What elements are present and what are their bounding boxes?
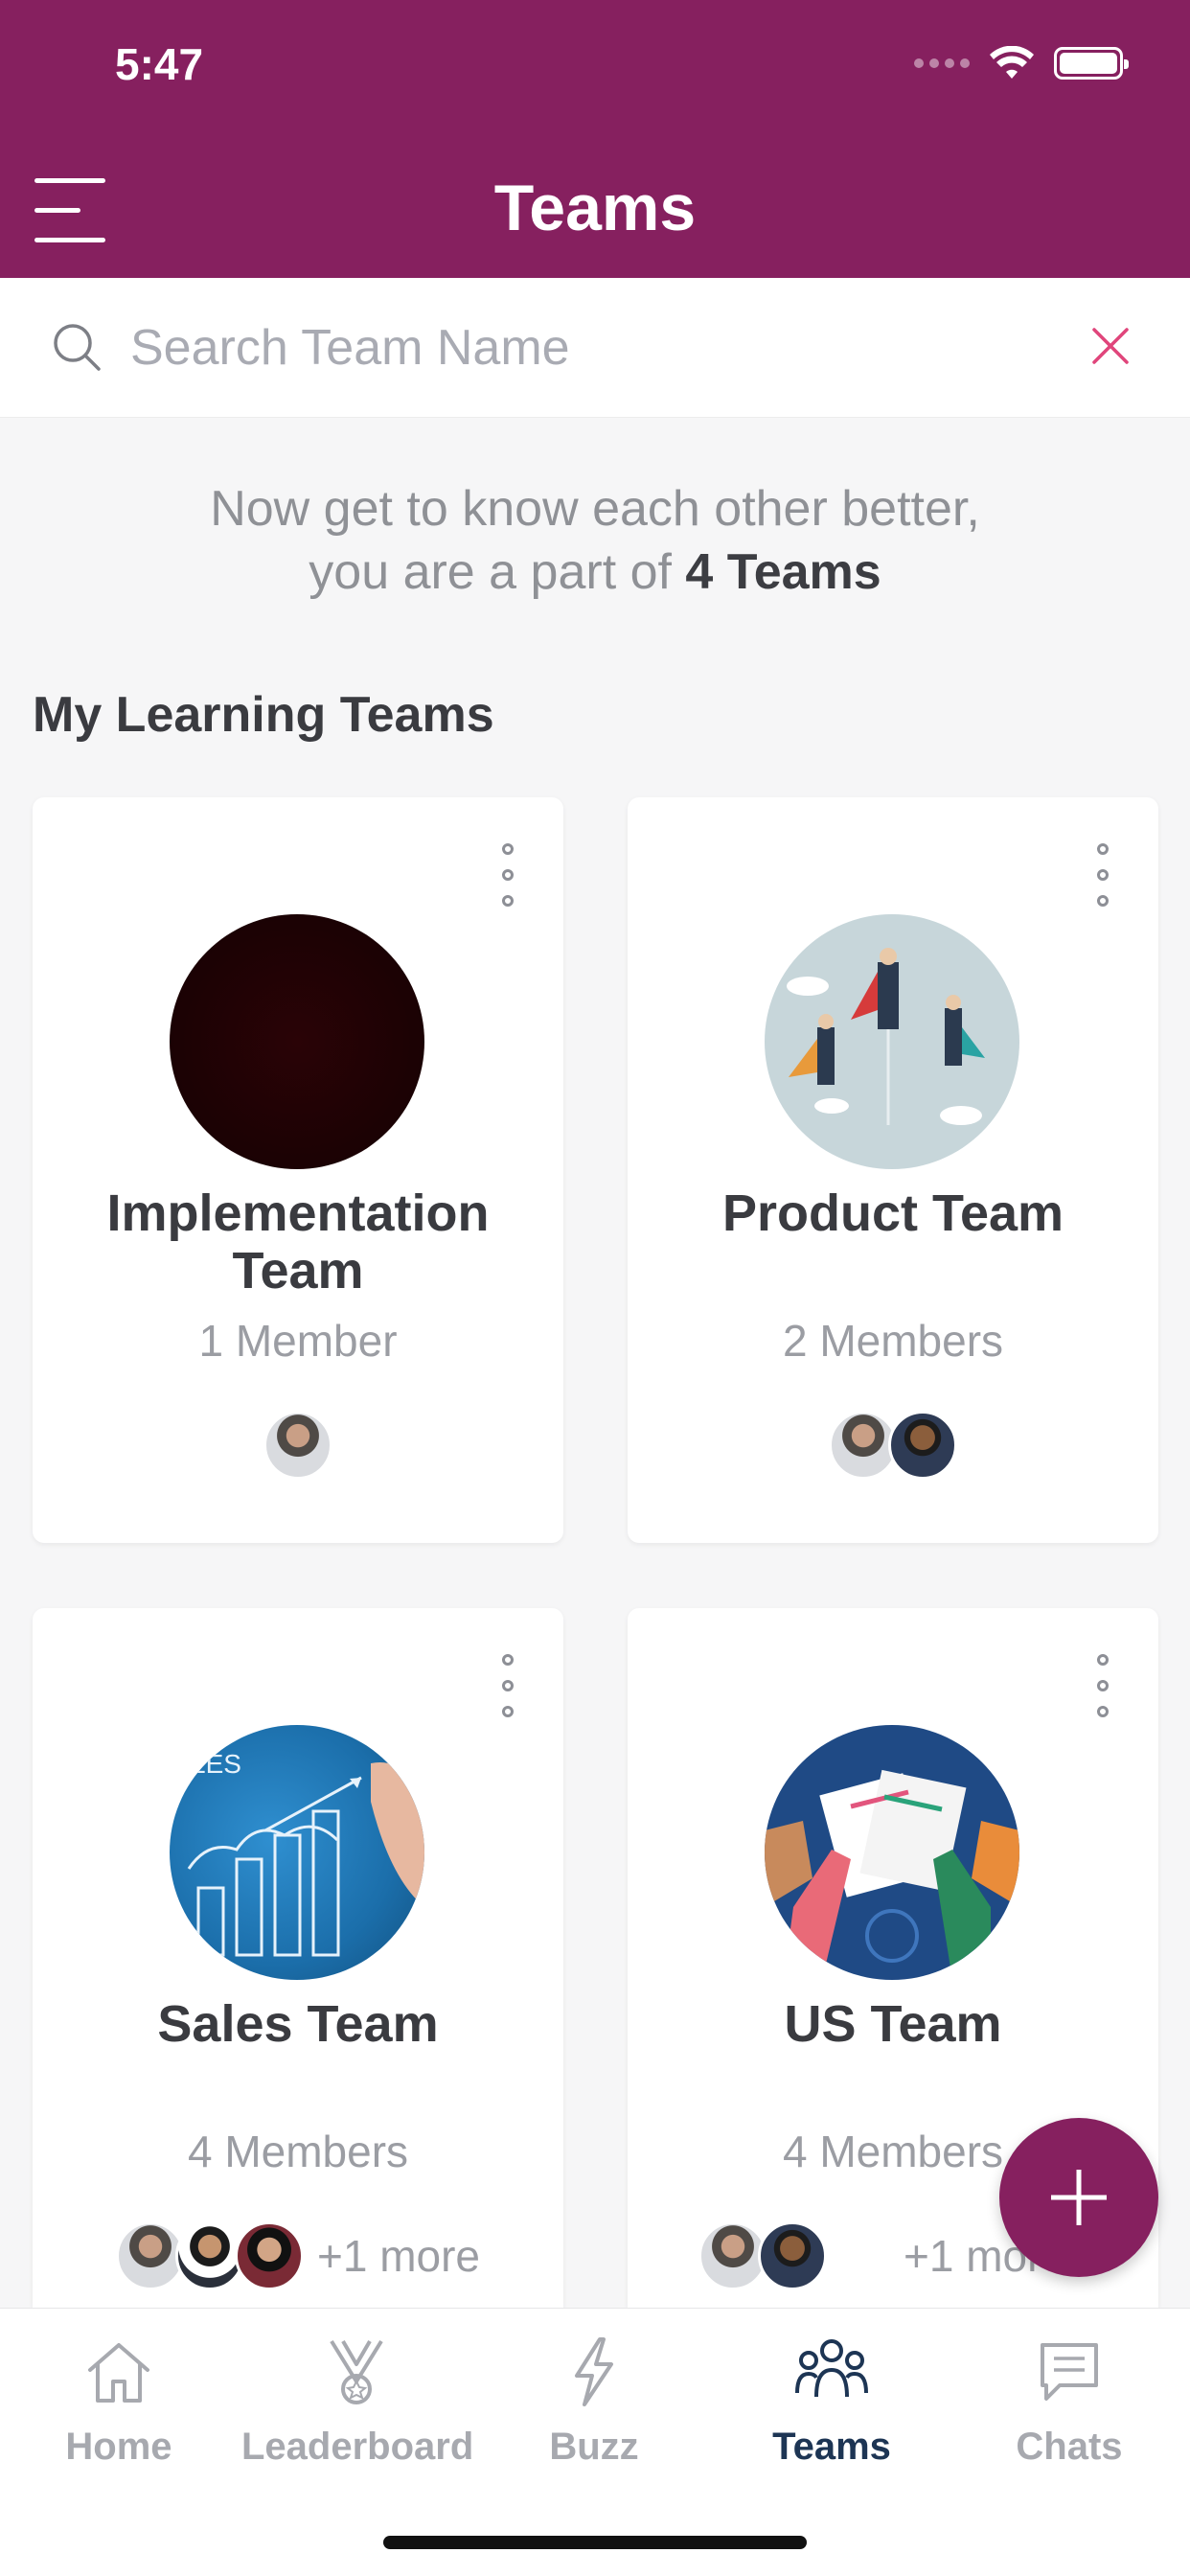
avatar — [263, 1411, 332, 1480]
team-image — [765, 914, 1019, 1169]
team-card-sales[interactable]: LES Sales Team 4 Members +1 more — [33, 1608, 563, 2308]
status-icons — [914, 46, 1129, 80]
tab-leaderboard[interactable]: Leaderboard — [241, 2334, 474, 2469]
avatar — [888, 1411, 957, 1480]
chat-icon — [1041, 2343, 1098, 2401]
more-members-label: +1 more — [316, 2231, 481, 2281]
member-count: 1 Member — [198, 1316, 398, 1366]
member-avatars — [628, 1411, 1158, 1480]
avatar — [758, 2221, 827, 2290]
signal-icon — [914, 58, 970, 68]
clear-search-icon[interactable] — [1090, 326, 1131, 366]
lightning-icon — [575, 2337, 613, 2406]
intro-line-2-prefix: you are a part of — [309, 544, 672, 600]
team-card-implementation[interactable]: Implementation Team 1 Member — [33, 797, 563, 1543]
search-icon — [54, 324, 101, 371]
intro-line-2: you are a part of 4 Teams — [0, 540, 1190, 604]
tab-label: Teams — [772, 2426, 891, 2468]
section-title: My Learning Teams — [33, 687, 494, 743]
battery-icon — [1054, 47, 1129, 80]
tab-label: Leaderboard — [241, 2426, 474, 2468]
member-count: 4 Members — [187, 2127, 409, 2176]
member-avatars — [33, 1411, 563, 1480]
team-count: 4 Teams — [685, 544, 881, 600]
more-options-icon[interactable] — [1093, 843, 1112, 910]
page-title: Teams — [493, 172, 697, 244]
sales-chart-illustration: LES — [187, 1749, 424, 1957]
team-name: Sales Team — [157, 1995, 439, 2053]
avatar — [234, 2221, 304, 2290]
intro-line-1: Now get to know each other better, — [210, 481, 980, 537]
add-team-button[interactable] — [999, 2118, 1158, 2277]
image-text: LES — [191, 1749, 241, 1779]
tab-home[interactable]: Home — [4, 2334, 234, 2469]
more-options-icon[interactable] — [1093, 1654, 1112, 1721]
tab-label: Home — [65, 2426, 172, 2468]
superhero-illustration — [787, 948, 985, 1125]
trophy-icon — [330, 2339, 383, 2404]
wifi-icon — [990, 46, 1034, 79]
app-header: 5:47 Teams — [0, 0, 1190, 278]
tab-buzz[interactable]: Buzz — [479, 2334, 709, 2469]
home-indicator — [383, 2536, 807, 2549]
people-icon — [795, 2339, 868, 2398]
tab-label: Buzz — [549, 2426, 639, 2468]
tab-label: Chats — [1016, 2426, 1123, 2468]
team-name: Implementation Team — [106, 1184, 490, 1300]
team-name: US Team — [784, 1995, 1002, 2053]
team-image — [170, 914, 424, 1169]
team-card-product[interactable]: Product Team 2 Members — [628, 797, 1158, 1543]
member-avatars: +1 more — [33, 2221, 563, 2290]
tab-chats[interactable]: Chats — [954, 2334, 1184, 2469]
tab-teams[interactable]: Teams — [717, 2334, 947, 2469]
team-image: LES — [170, 1725, 424, 1980]
more-options-icon[interactable] — [498, 843, 517, 910]
documents-illustration — [765, 1769, 1019, 1980]
home-icon — [88, 2343, 149, 2403]
team-name: Product Team — [721, 1184, 1064, 1242]
intro-text: Now get to know each other better, you a… — [0, 477, 1190, 604]
member-count: 2 Members — [782, 1316, 1004, 1366]
search-bar — [0, 278, 1190, 418]
team-image — [765, 1725, 1019, 1980]
search-input[interactable] — [130, 307, 1050, 389]
more-options-icon[interactable] — [498, 1654, 517, 1721]
status-time: 5:47 — [115, 39, 204, 89]
